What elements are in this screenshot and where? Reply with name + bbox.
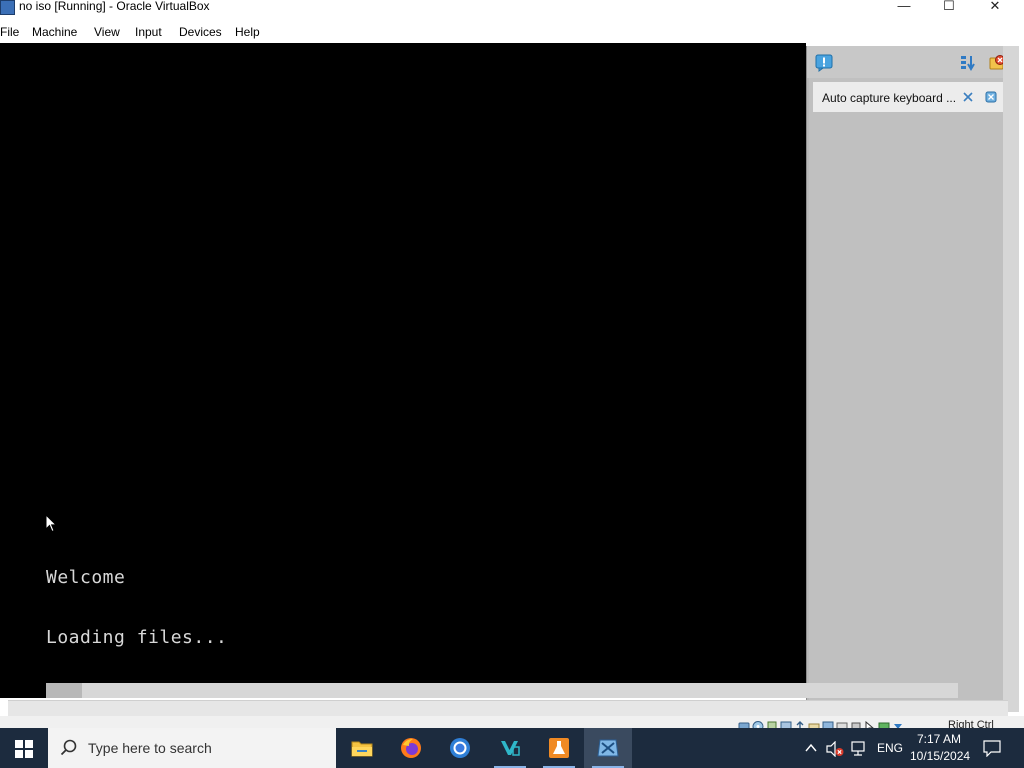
chevron-up-icon[interactable] bbox=[805, 743, 817, 753]
search-placeholder: Type here to search bbox=[88, 740, 212, 756]
clock-time[interactable]: 7:17 AM bbox=[917, 732, 961, 746]
do-not-show-icon[interactable] bbox=[962, 91, 974, 103]
volume-muted-icon[interactable] bbox=[826, 741, 844, 757]
window-title: no iso [Running] - Oracle VirtualBox bbox=[19, 0, 210, 13]
menu-machine[interactable]: Machine bbox=[32, 25, 77, 39]
system-tray: ENG 7:17 AM 10/15/2024 bbox=[800, 728, 1024, 768]
virtualbox-app-icon[interactable] bbox=[0, 0, 15, 15]
mouse-pointer-icon bbox=[45, 514, 57, 533]
panel-scrollbar[interactable] bbox=[1003, 46, 1019, 712]
file-explorer-icon bbox=[351, 741, 373, 757]
window-horizontal-scrollbar[interactable] bbox=[8, 700, 1008, 717]
panel-body bbox=[809, 46, 1005, 712]
language-indicator[interactable]: ENG bbox=[877, 741, 903, 755]
menu-input[interactable]: Input bbox=[135, 25, 162, 39]
vm-horizontal-scrollbar[interactable] bbox=[46, 683, 958, 698]
vm-display[interactable]: Welcome Loading files... bbox=[0, 43, 806, 698]
taskbar-chrome[interactable] bbox=[436, 728, 484, 768]
scrollbar-thumb[interactable] bbox=[46, 683, 82, 698]
sort-order-icon[interactable] bbox=[959, 54, 977, 72]
virtualbox-icon bbox=[597, 739, 619, 757]
dismiss-notice-icon[interactable] bbox=[985, 91, 997, 103]
windows-logo-icon bbox=[15, 740, 33, 758]
vm-loading-text: Loading files... bbox=[46, 627, 228, 648]
taskbar-firefox[interactable] bbox=[387, 728, 435, 768]
auto-capture-notice[interactable]: Auto capture keyboard ... bbox=[813, 82, 1005, 112]
taskbar-search-box[interactable]: Type here to search bbox=[48, 728, 336, 768]
taskbar-virtualbox[interactable] bbox=[584, 728, 632, 768]
notice-text: Auto capture keyboard ... bbox=[822, 91, 957, 105]
maximize-button[interactable]: ☐ bbox=[929, 0, 969, 16]
network-tray-icon[interactable] bbox=[851, 741, 869, 757]
close-button[interactable]: ✕ bbox=[975, 0, 1015, 16]
taskbar-file-explorer[interactable] bbox=[338, 728, 386, 768]
menu-file[interactable]: File bbox=[0, 25, 19, 39]
clock-date[interactable]: 10/15/2024 bbox=[910, 749, 970, 763]
notification-panel: Auto capture keyboard ... bbox=[806, 46, 1019, 712]
vm-welcome-text: Welcome bbox=[46, 567, 126, 588]
title-bar: no iso [Running] - Oracle VirtualBox — ☐… bbox=[0, 0, 1024, 16]
taskbar-lab-app[interactable] bbox=[535, 728, 583, 768]
menu-devices[interactable]: Devices bbox=[179, 25, 222, 39]
search-icon bbox=[60, 739, 77, 756]
menu-bar: File Machine View Input Devices Help bbox=[0, 22, 1024, 44]
action-center-icon[interactable] bbox=[983, 740, 1001, 757]
firefox-icon bbox=[401, 738, 421, 758]
minimize-button[interactable]: — bbox=[884, 0, 924, 16]
panel-header bbox=[807, 46, 1019, 78]
windows-taskbar: Type here to search ENG 7:17 AM 10/15/20… bbox=[0, 728, 1024, 768]
notification-center-icon[interactable] bbox=[815, 54, 833, 72]
chrome-icon bbox=[450, 738, 470, 758]
taskbar-visual-studio[interactable] bbox=[486, 728, 534, 768]
visual-studio-icon bbox=[501, 741, 520, 756]
lab-flask-icon bbox=[549, 738, 569, 758]
menu-help[interactable]: Help bbox=[235, 25, 260, 39]
menu-view[interactable]: View bbox=[94, 25, 120, 39]
start-button[interactable] bbox=[0, 728, 48, 768]
